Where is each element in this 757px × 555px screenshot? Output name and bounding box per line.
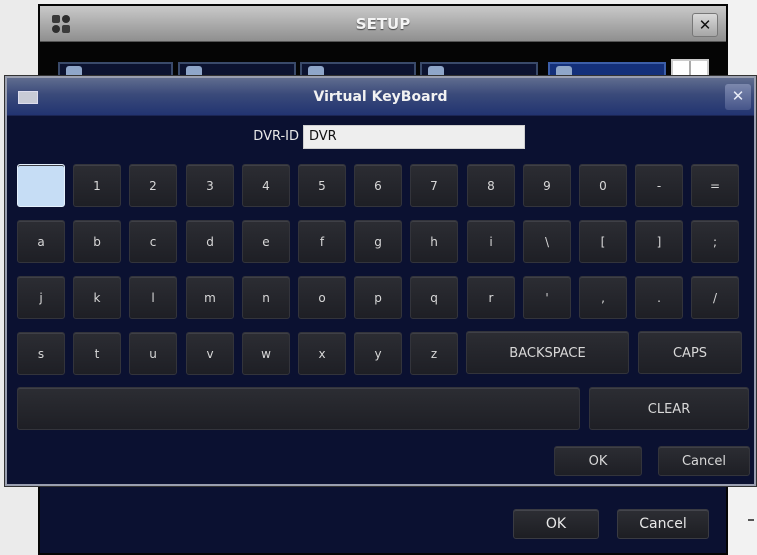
dvr-id-input[interactable]: DVR	[303, 125, 525, 149]
key-r2-c7[interactable]: q	[410, 276, 458, 319]
keyboard-cancel-button[interactable]: Cancel	[658, 446, 750, 476]
key-r1-c7[interactable]: h	[410, 220, 458, 263]
key-r1-c3[interactable]: d	[186, 220, 234, 263]
key-r3-c7[interactable]: z	[410, 332, 458, 375]
setup-title: SETUP	[355, 15, 411, 33]
setup-titlebar[interactable]: SETUP ✕	[40, 6, 726, 42]
key-r0-c9[interactable]: 9	[523, 164, 571, 207]
key-r3-c0[interactable]: s	[17, 332, 65, 375]
dvr-id-label: DVR-ID	[253, 129, 299, 144]
key-r0-c11[interactable]: -	[635, 164, 683, 207]
key-r1-c12[interactable]: ;	[691, 220, 739, 263]
key-r0-c1[interactable]: 1	[73, 164, 121, 207]
key-r1-c4[interactable]: e	[242, 220, 290, 263]
key-r1-c5[interactable]: f	[298, 220, 346, 263]
key-r2-c6[interactable]: p	[354, 276, 402, 319]
key-r0-c12[interactable]: =	[691, 164, 739, 207]
space-key[interactable]	[17, 387, 580, 430]
key-r2-c5[interactable]: o	[298, 276, 346, 319]
key-r1-c0[interactable]: a	[17, 220, 65, 263]
key-r1-c6[interactable]: g	[354, 220, 402, 263]
keyboard-close-button[interactable]: ✕	[725, 84, 751, 110]
key-r0-c2[interactable]: 2	[129, 164, 177, 207]
key-r0-c4[interactable]: 4	[242, 164, 290, 207]
key-r1-c8[interactable]: i	[467, 220, 515, 263]
key-r1-c1[interactable]: b	[73, 220, 121, 263]
key-r3-c2[interactable]: u	[129, 332, 177, 375]
background-dash	[748, 519, 754, 521]
key-r2-c12[interactable]: /	[691, 276, 739, 319]
key-r2-c1[interactable]: k	[73, 276, 121, 319]
backspace-key[interactable]: BACKSPACE	[466, 331, 629, 374]
key-r1-c9[interactable]: \	[523, 220, 571, 263]
key-r0-c3[interactable]: 3	[186, 164, 234, 207]
key-r2-c3[interactable]: m	[186, 276, 234, 319]
key-r3-c3[interactable]: v	[186, 332, 234, 375]
keyboard-ok-button[interactable]: OK	[554, 446, 642, 476]
key-r2-c9[interactable]: '	[523, 276, 571, 319]
key-r3-c5[interactable]: x	[298, 332, 346, 375]
key-r0-c8[interactable]: 8	[467, 164, 515, 207]
key-r3-c6[interactable]: y	[354, 332, 402, 375]
key-r2-c8[interactable]: r	[467, 276, 515, 319]
key-r1-c2[interactable]: c	[129, 220, 177, 263]
setup-ok-button[interactable]: OK	[513, 509, 599, 539]
key-r2-c4[interactable]: n	[242, 276, 290, 319]
key-r2-c2[interactable]: l	[129, 276, 177, 319]
caps-key[interactable]: CAPS	[638, 331, 742, 374]
key-r0-c5[interactable]: 5	[298, 164, 346, 207]
screen: SETUP ✕ OK Cancel Virtual KeyBoard ✕ DVR…	[0, 0, 757, 555]
key-r1-c11[interactable]: ]	[635, 220, 683, 263]
key-r0-c0[interactable]	[17, 164, 65, 207]
key-r2-c11[interactable]: .	[635, 276, 683, 319]
key-r2-c0[interactable]: j	[17, 276, 65, 319]
clear-key[interactable]: CLEAR	[589, 387, 749, 430]
virtual-keyboard-dialog: Virtual KeyBoard ✕ DVR-ID DVR 1234567890…	[5, 76, 756, 486]
key-r3-c4[interactable]: w	[242, 332, 290, 375]
key-r0-c7[interactable]: 7	[410, 164, 458, 207]
key-r2-c10[interactable]: ,	[579, 276, 627, 319]
keyboard-titlebar[interactable]: Virtual KeyBoard ✕	[7, 78, 754, 116]
setup-close-button[interactable]: ✕	[692, 13, 718, 37]
key-r3-c1[interactable]: t	[73, 332, 121, 375]
keyboard-title: Virtual KeyBoard	[313, 89, 448, 105]
key-r0-c10[interactable]: 0	[579, 164, 627, 207]
key-r1-c10[interactable]: [	[579, 220, 627, 263]
key-r0-c6[interactable]: 6	[354, 164, 402, 207]
setup-cancel-button[interactable]: Cancel	[617, 509, 709, 539]
